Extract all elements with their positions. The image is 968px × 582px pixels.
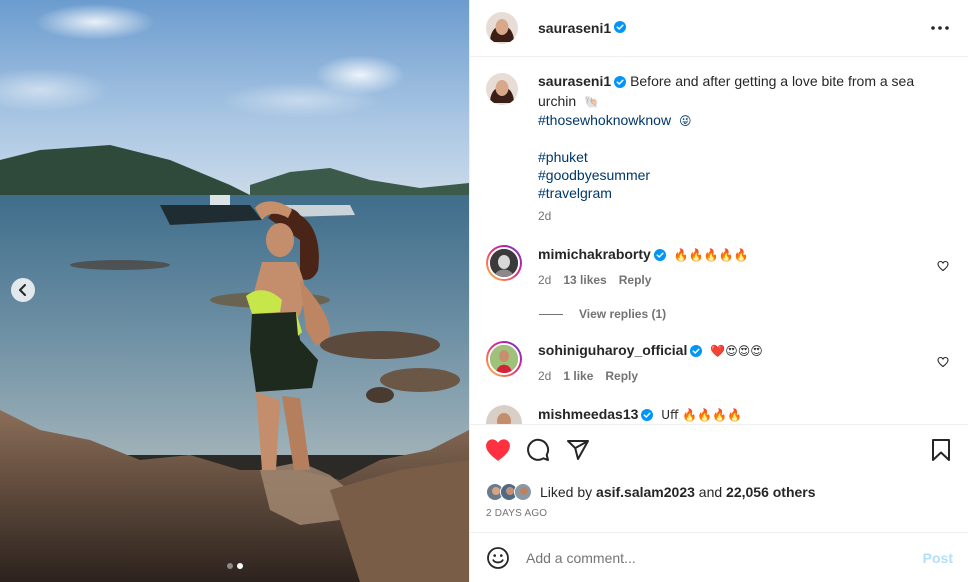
comment-like-button[interactable] [937, 355, 949, 371]
comment-item: mimichakraborty 🔥🔥🔥🔥🔥 2d 13 likes Reply [486, 245, 953, 289]
avatar[interactable] [486, 12, 518, 44]
bookmark-icon [932, 439, 950, 461]
chevron-left-icon [19, 284, 26, 296]
heart-icon [937, 260, 949, 272]
avatar [514, 483, 532, 501]
comment-button[interactable] [524, 436, 552, 464]
post-side-panel: sauraseni1 sauraseni1 Before and after g… [469, 0, 968, 582]
reply-button[interactable]: Reply [619, 271, 652, 289]
post-photo[interactable] [0, 0, 469, 582]
hashtag-link[interactable]: #thosewhoknowknow 😜 [538, 111, 918, 130]
save-button[interactable] [927, 436, 955, 464]
verified-icon [653, 247, 666, 265]
liked-by-prefix: Liked by [540, 484, 593, 500]
action-bar [470, 425, 968, 475]
caption-emoji: 🐚 [584, 95, 599, 109]
comment-input[interactable] [526, 549, 923, 566]
comment-username[interactable]: mimichakraborty [538, 246, 651, 262]
avatar[interactable] [486, 73, 518, 105]
liker-avatars [486, 483, 532, 501]
liked-by-others[interactable]: 22,056 others [726, 484, 816, 500]
comment-age: 2d [538, 369, 552, 383]
view-replies-button[interactable]: View replies (1) [539, 307, 953, 321]
hashtag-emoji: 😜 [678, 114, 692, 128]
emoji-picker-button[interactable] [486, 546, 510, 570]
emoji-icon [487, 546, 509, 569]
heart-icon [937, 356, 949, 368]
post-timestamp: 2 DAYS AGO [486, 508, 548, 519]
share-button[interactable] [564, 436, 592, 464]
avatar[interactable] [486, 245, 522, 281]
verified-icon [690, 343, 703, 361]
comments-list[interactable]: sauraseni1 Before and after getting a lo… [470, 58, 968, 424]
carousel-dot-2 [237, 563, 243, 569]
comment-like-button[interactable] [937, 259, 949, 275]
add-comment-bar: Post [470, 532, 968, 582]
liked-by-user[interactable]: asif.salam2023 [596, 484, 695, 500]
likes-summary: Liked by asif.salam2023 and 22,056 other… [470, 481, 968, 503]
beach-photo-image [0, 0, 469, 582]
avatar[interactable] [486, 405, 522, 424]
carousel-dots [227, 563, 243, 569]
caption-age: 2d [538, 209, 552, 223]
previous-slide-button[interactable] [11, 278, 35, 302]
comment-text: 🔥🔥🔥🔥🔥 [673, 248, 749, 262]
comment-icon [527, 438, 550, 461]
verified-icon [641, 407, 654, 424]
hashtag-link[interactable]: #goodbyesummer [538, 166, 918, 184]
post-comment-button[interactable]: Post [923, 550, 953, 566]
more-icon [931, 26, 949, 30]
heart-icon [486, 439, 510, 461]
verified-icon [614, 20, 627, 36]
post-modal: sauraseni1 sauraseni1 Before and after g… [0, 0, 968, 582]
hashtag-link[interactable]: #travelgram [538, 184, 918, 202]
post-caption: sauraseni1 Before and after getting a lo… [486, 72, 953, 225]
carousel-dot-1 [227, 563, 233, 569]
post-username[interactable]: sauraseni1 [538, 20, 611, 36]
comment-username[interactable]: sohiniguharoy_official [538, 342, 687, 358]
comment-likes[interactable]: 13 likes [563, 271, 606, 289]
post-header: sauraseni1 [470, 0, 968, 57]
hashtag-link[interactable]: #phuket [538, 148, 918, 166]
verified-icon [614, 74, 627, 92]
comment-likes[interactable]: 1 like [563, 367, 593, 385]
comment-age: 2d [538, 273, 552, 287]
comment-item: mishmeedas13 Uff 🔥🔥🔥🔥 [486, 405, 953, 424]
comment-text: ❤️😍😍😍 [710, 344, 763, 358]
post-actions-section: Liked by asif.salam2023 and 22,056 other… [470, 424, 968, 519]
comment-username[interactable]: mishmeedas13 [538, 406, 638, 422]
like-button[interactable] [484, 436, 512, 464]
more-options-button[interactable] [928, 16, 952, 40]
share-icon [567, 440, 589, 460]
liked-by-joiner: and [698, 484, 723, 500]
reply-button[interactable]: Reply [605, 367, 638, 385]
comment-item: sohiniguharoy_official ❤️😍😍😍 2d 1 like R… [486, 341, 953, 385]
caption-username[interactable]: sauraseni1 [538, 73, 611, 89]
avatar[interactable] [486, 341, 522, 377]
comment-text: Uff 🔥🔥🔥🔥 [661, 408, 742, 422]
